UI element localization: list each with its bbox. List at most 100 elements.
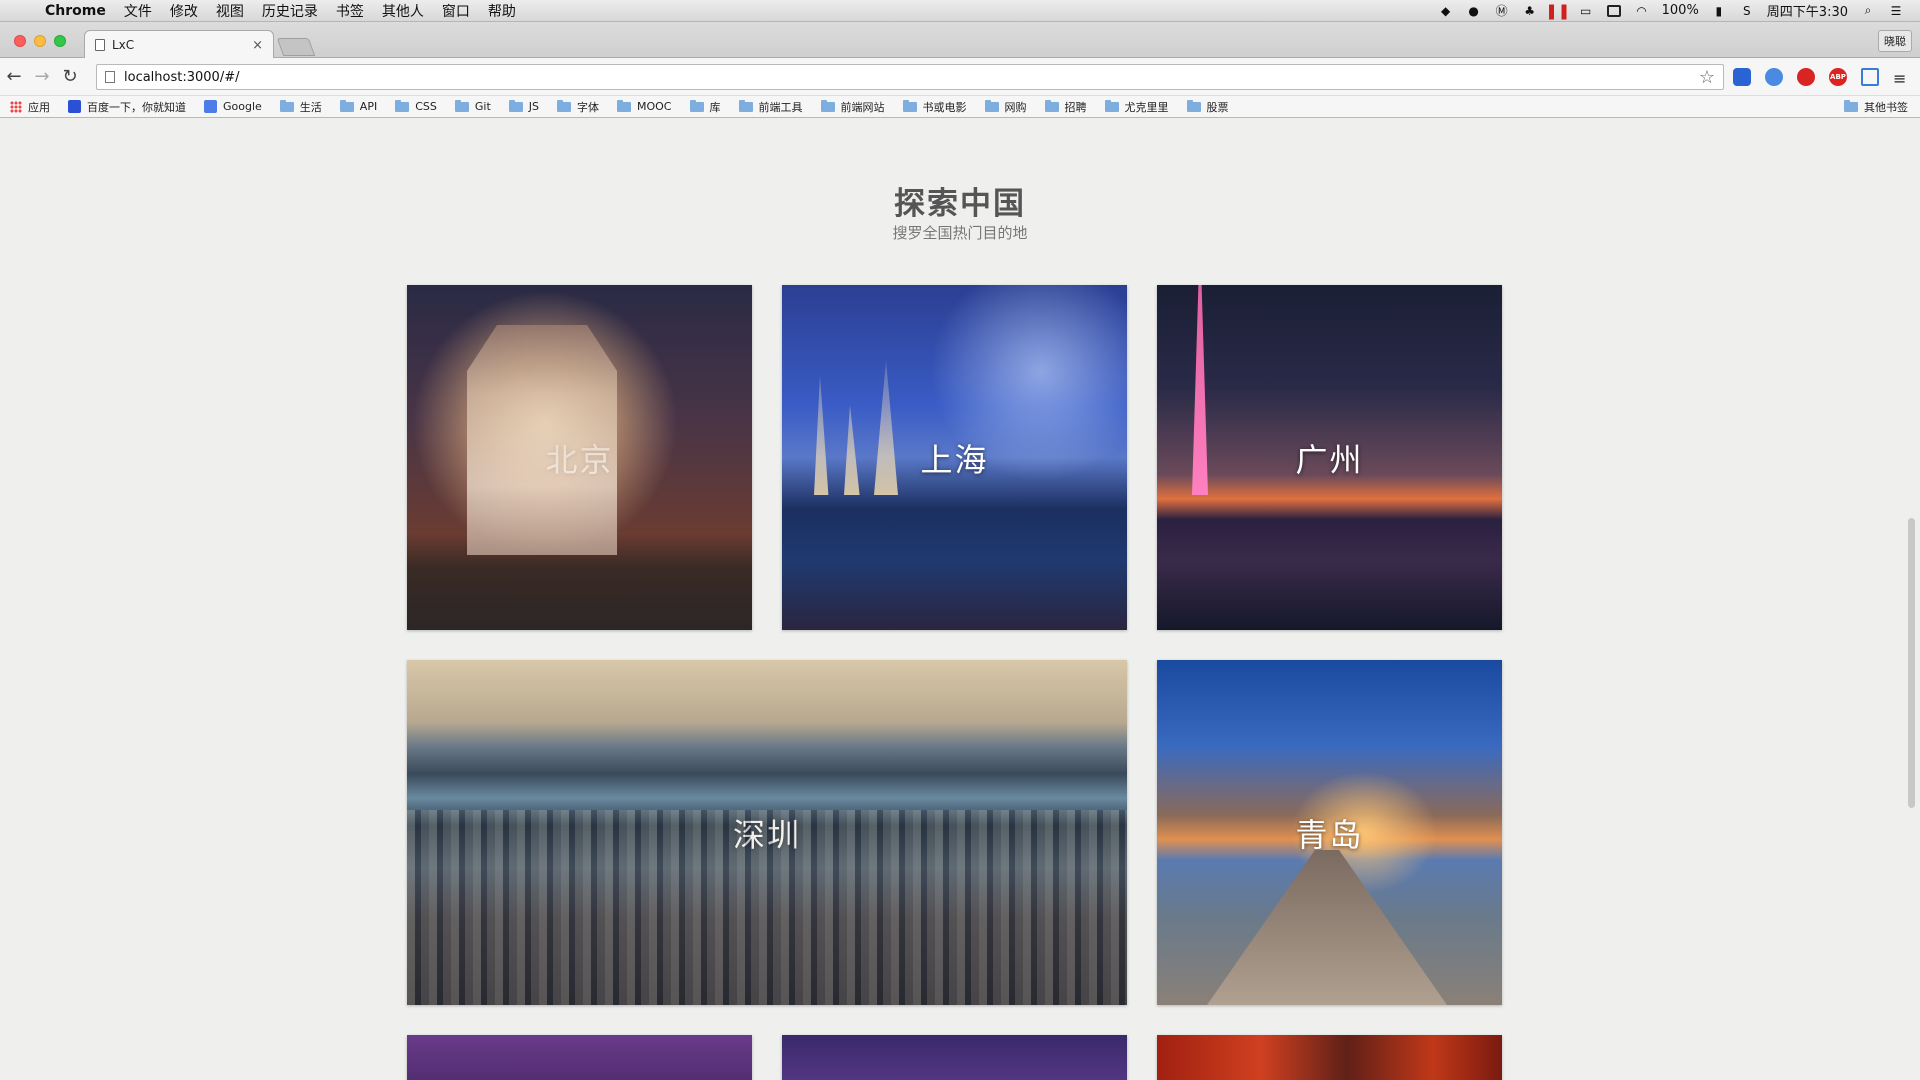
folder-icon (689, 99, 704, 112)
bookmark-label: 网购 (1004, 100, 1027, 114)
city-card-guangzhou[interactable]: 广州 (1157, 285, 1502, 630)
browser-window: LxC × 晓聪 ← → ↻ localhost:3000/#/ ☆ ABP ≡… (0, 22, 1920, 1080)
window-maximize-button[interactable] (54, 35, 66, 47)
folder-icon (984, 99, 999, 112)
clock[interactable]: 周四下午3:30 (1767, 1, 1848, 20)
list-icon[interactable]: ☰ (1886, 3, 1906, 19)
bookmark-folder[interactable]: Git (454, 99, 491, 113)
bookmark-label: 生活 (299, 100, 322, 114)
city-card-shenzhen[interactable]: 深圳 (407, 660, 1127, 1005)
new-tab-button[interactable] (276, 38, 316, 56)
google-icon (204, 100, 217, 113)
wifi-icon[interactable]: ◠ (1632, 3, 1652, 19)
extension-2-icon[interactable] (1765, 68, 1783, 86)
menu-app-name[interactable]: Chrome (36, 3, 115, 19)
bell-icon[interactable]: ● (1464, 3, 1484, 19)
extension-5-icon[interactable] (1861, 68, 1879, 86)
bookmark-folder[interactable]: 招聘 (1044, 99, 1087, 115)
city-label: 北京 (545, 440, 614, 479)
bookmark-other[interactable]: 其他书签 (1844, 99, 1908, 115)
page-subtitle: 搜罗全国热门目的地 (892, 224, 1028, 242)
reload-icon[interactable]: ↻ (56, 66, 84, 87)
bookmark-google[interactable]: Google (204, 100, 262, 113)
bookmark-folder[interactable]: 前端网站 (820, 99, 885, 115)
url-text[interactable]: localhost:3000/#/ (124, 70, 1699, 85)
address-bar[interactable]: localhost:3000/#/ ☆ (96, 64, 1724, 90)
bookmark-label: Git (474, 100, 491, 113)
folder-icon (617, 99, 631, 112)
bookmark-label: 前端工具 (758, 100, 803, 114)
city-card-shanghai[interactable]: 上海 (782, 285, 1127, 630)
city-card-partial[interactable] (1157, 1035, 1502, 1080)
window-close-button[interactable] (14, 35, 26, 47)
folder-icon (1186, 99, 1201, 112)
bookmark-folder[interactable]: 生活 (279, 99, 322, 115)
city-card-qingdao[interactable]: 青岛 (1157, 660, 1502, 1005)
bookmark-folder[interactable]: 书或电影 (902, 99, 967, 115)
search-icon[interactable]: ⌕ (1858, 3, 1878, 19)
window-minimize-button[interactable] (34, 35, 46, 47)
apps-grid-icon (10, 100, 22, 113)
bookmark-label: 其他书签 (1864, 100, 1908, 114)
wechat-icon[interactable]: ♣ (1520, 3, 1540, 19)
page-title: 探索中国 (894, 186, 1026, 222)
bookmark-label: 尤克里里 (1124, 100, 1169, 114)
qq-icon[interactable]: ◆ (1436, 3, 1456, 19)
city-card-partial[interactable] (782, 1035, 1127, 1080)
menu-view[interactable]: 视图 (207, 1, 253, 21)
folder-icon (902, 99, 917, 112)
menu-window[interactable]: 窗口 (433, 1, 479, 21)
bookmark-folder[interactable]: API (339, 99, 378, 113)
tab-close-icon[interactable]: × (252, 38, 263, 53)
hamburger-menu-icon[interactable]: ≡ (1893, 69, 1906, 88)
bookmark-label: API (359, 100, 378, 113)
bookmark-baidu[interactable]: 百度一下，你就知道 (68, 99, 186, 115)
tab-strip: LxC × 晓聪 (0, 22, 1920, 59)
menu-history[interactable]: 历史记录 (253, 1, 327, 21)
page-content: 探索中国 搜罗全国热门目的地 北京 上海 广州 深圳 青岛 (0, 118, 1920, 1080)
abp-icon[interactable]: ABP (1829, 68, 1847, 86)
city-card-beijing[interactable]: 北京 (407, 285, 752, 630)
city-label: 深圳 (732, 815, 801, 854)
bookmark-folder[interactable]: JS (508, 99, 539, 113)
bookmark-folder[interactable]: 前端工具 (738, 99, 803, 115)
profile-button[interactable]: 晓聪 (1878, 30, 1912, 52)
folder-icon (1044, 99, 1059, 112)
bookmark-label: 应用 (28, 100, 50, 114)
menu-people[interactable]: 其他人 (373, 1, 433, 21)
extension-3-icon[interactable] (1797, 68, 1815, 86)
forward-arrow-icon[interactable]: → (28, 66, 56, 87)
bookmark-folder[interactable]: 股票 (1186, 99, 1229, 115)
s-icon[interactable]: S (1737, 3, 1757, 19)
bookmark-apps[interactable]: 应用 (10, 99, 50, 115)
memory-icon[interactable] (1604, 3, 1624, 19)
folder-icon (339, 99, 354, 112)
bookmark-folder[interactable]: CSS (395, 99, 437, 113)
bookmark-label: 库 (709, 100, 721, 114)
city-card-partial[interactable] (407, 1035, 752, 1080)
bookmark-folder[interactable]: 尤克里里 (1104, 99, 1169, 115)
m-icon[interactable]: Ⓜ (1492, 3, 1512, 19)
menu-edit[interactable]: 修改 (161, 1, 207, 21)
bookmark-label: Google (223, 100, 262, 113)
scrollbar-thumb[interactable] (1908, 518, 1915, 808)
extension-1-icon[interactable] (1733, 68, 1751, 86)
bookmark-folder[interactable]: 字体 (557, 99, 599, 115)
pause-icon[interactable]: ❚❚ (1545, 2, 1570, 20)
tab-active[interactable]: LxC × (84, 30, 274, 59)
star-icon[interactable]: ☆ (1699, 67, 1715, 88)
menu-help[interactable]: 帮助 (479, 1, 525, 21)
bookmark-folder[interactable]: MOOC (617, 99, 672, 113)
bookmark-label: 百度一下，你就知道 (87, 100, 186, 114)
airplay-icon[interactable]: ▭ (1576, 3, 1596, 19)
battery-icon[interactable]: ▮ (1709, 3, 1729, 19)
folder-icon (279, 99, 294, 112)
browser-toolbar: ← → ↻ localhost:3000/#/ ☆ ABP ≡ (0, 58, 1920, 96)
bookmark-label: 股票 (1206, 100, 1229, 114)
bookmark-folder[interactable]: 网购 (984, 99, 1027, 115)
menu-file[interactable]: 文件 (115, 1, 161, 21)
folder-icon (1844, 99, 1858, 112)
bookmark-folder[interactable]: 库 (689, 99, 721, 115)
back-arrow-icon[interactable]: ← (0, 66, 28, 87)
menu-bookmarks[interactable]: 书签 (327, 1, 373, 21)
